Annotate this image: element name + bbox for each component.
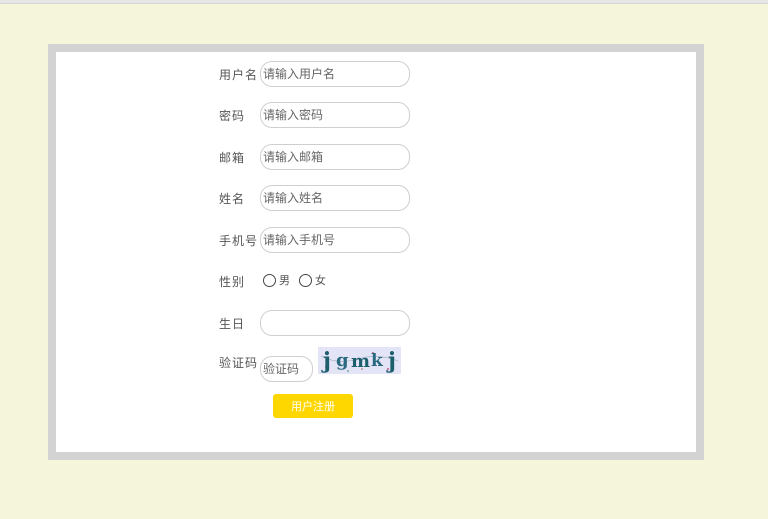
svg-text:g: g <box>336 350 349 371</box>
svg-text:k: k <box>371 351 384 371</box>
registration-form: 用户名 密码 邮箱 姓名 手机号 性别 男 <box>56 52 696 452</box>
svg-text:m: m <box>351 351 370 372</box>
captcha-image[interactable]: j g m k j <box>318 347 401 374</box>
phone-label: 手机号 <box>219 234 259 248</box>
gender-female-label: 女 <box>315 274 326 287</box>
birthday-input[interactable] <box>260 310 410 336</box>
birthday-label: 生日 <box>219 317 246 331</box>
radio-male[interactable] <box>263 273 276 287</box>
username-input[interactable] <box>260 61 410 87</box>
gender-radio-group: 男 女 <box>263 272 335 288</box>
email-label: 邮箱 <box>219 151 246 165</box>
username-label: 用户名 <box>219 68 259 82</box>
gender-option-female[interactable]: 女 <box>299 272 326 288</box>
gender-male-label: 男 <box>279 274 290 287</box>
gender-option-male[interactable]: 男 <box>263 272 290 288</box>
gender-label: 性别 <box>219 275 246 289</box>
phone-input[interactable] <box>260 227 410 253</box>
browser-top-border <box>0 0 768 4</box>
name-input[interactable] <box>260 185 410 211</box>
captcha-input[interactable] <box>260 356 313 382</box>
svg-text:j: j <box>386 348 396 374</box>
captcha-label: 验证码 <box>219 356 259 370</box>
register-button[interactable]: 用户注册 <box>273 394 353 418</box>
name-label: 姓名 <box>219 192 246 206</box>
radio-female[interactable] <box>299 273 312 287</box>
email-input[interactable] <box>260 144 410 170</box>
svg-text:j: j <box>321 348 331 374</box>
password-label: 密码 <box>219 109 246 123</box>
form-frame: 用户名 密码 邮箱 姓名 手机号 性别 男 <box>48 44 704 460</box>
password-input[interactable] <box>260 102 410 128</box>
